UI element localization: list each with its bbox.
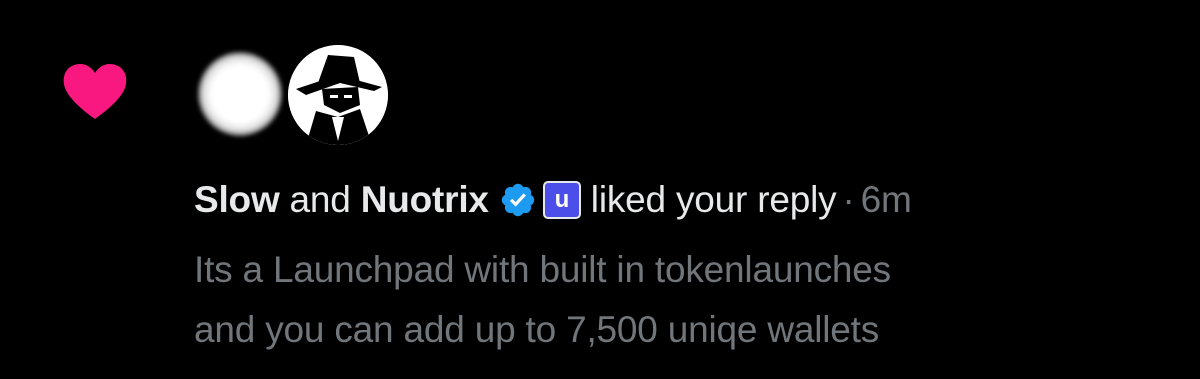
avatar-row [196, 44, 416, 145]
like-notification[interactable]: Slow and Nuotrix u liked your reply · 6m… [0, 0, 1200, 379]
action-text: liked your reply [590, 179, 837, 220]
heart-icon [63, 64, 127, 119]
reply-line-2: and you can add up to 7,500 uniqe wallet… [194, 309, 880, 350]
separator-dot: · [842, 179, 855, 220]
verified-badge-icon [501, 183, 535, 217]
avatar[interactable] [198, 52, 282, 136]
spy-avatar-icon[interactable] [288, 45, 388, 145]
conjunction-text: and [289, 179, 351, 220]
timestamp: 6m [860, 179, 912, 220]
reply-preview[interactable]: Its a Launchpad with built in tokenlaunc… [194, 240, 1174, 360]
user-name-1[interactable]: Slow [194, 170, 280, 230]
user-name-2[interactable]: Nuotrix [361, 170, 489, 230]
affiliate-badge[interactable]: u [542, 181, 581, 219]
reply-line-1: Its a Launchpad with built in tokenlaunc… [194, 249, 891, 290]
notification-headline: Slow and Nuotrix u liked your reply · 6m [194, 170, 912, 230]
